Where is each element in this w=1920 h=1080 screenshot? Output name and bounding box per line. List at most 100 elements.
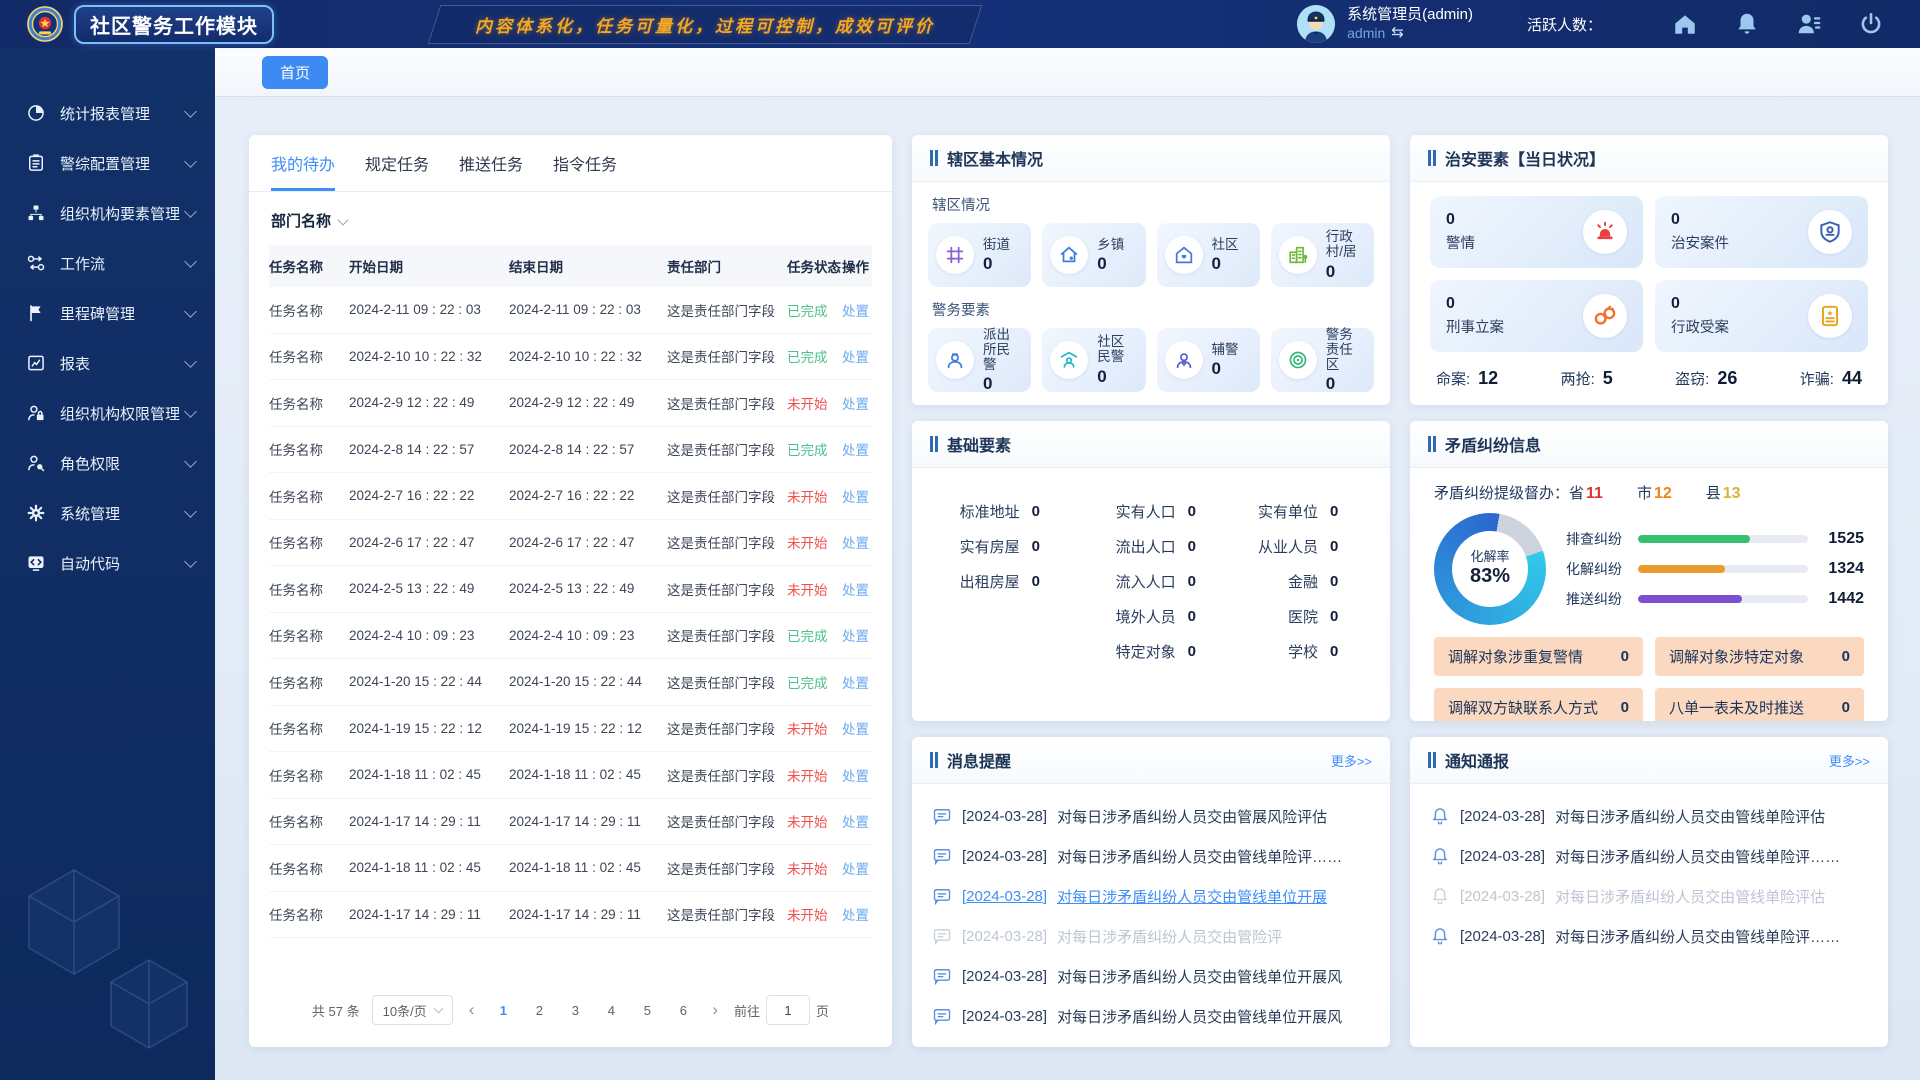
stat-tile-alerts[interactable]: 0 警情 <box>1430 196 1643 268</box>
escalation-city: 市12 <box>1637 482 1672 503</box>
status-badge: 未开始 <box>787 393 842 413</box>
page-number-button[interactable]: 1 <box>490 996 516 1024</box>
handle-link[interactable]: 处置 <box>842 579 872 599</box>
chevron-down-icon <box>184 555 197 568</box>
department-filter[interactable]: 部门名称 <box>271 210 331 231</box>
sidebar-item-reports[interactable]: 报表 <box>0 338 215 388</box>
handle-link[interactable]: 处置 <box>842 672 872 692</box>
stat-tile-station-officer[interactable]: 派出所民警 0 <box>928 328 1031 392</box>
handle-link[interactable]: 处置 <box>842 486 872 506</box>
message-item[interactable]: [2024-03-28] 对每日涉矛盾纠纷人员交由管线单位开展风 <box>932 996 1370 1036</box>
messages-more-link[interactable]: 更多>> <box>1331 751 1372 770</box>
start-date-cell: 2024-1-17 14 : 29 : 11 <box>349 907 509 922</box>
handle-link[interactable]: 处置 <box>842 765 872 785</box>
username-switcher[interactable]: admin ⇆ <box>1347 24 1473 42</box>
notice-item[interactable]: [2024-03-28] 对每日涉矛盾纠纷人员交由管线单险评…… <box>1430 836 1868 876</box>
handle-link[interactable]: 处置 <box>842 300 872 320</box>
bell-outline-icon <box>1430 846 1450 866</box>
warning-box[interactable]: 调解对象涉特定对象 0 <box>1655 637 1864 676</box>
element-stat: 实有人口 0 <box>1058 494 1214 529</box>
stat-tile-public-security-cases[interactable]: 0 治安案件 <box>1655 196 1868 268</box>
stat-tile-auxiliary-officer[interactable]: 辅警 0 <box>1157 328 1260 392</box>
handle-link[interactable]: 处置 <box>842 904 872 924</box>
sidebar-item-org-elements[interactable]: 组织机构要素管理 <box>0 188 215 238</box>
stat-tile-village[interactable]: 行政村/居 0 <box>1271 223 1374 287</box>
stat-tile-street[interactable]: 街道 0 <box>928 223 1031 287</box>
notices-more-link[interactable]: 更多>> <box>1829 751 1870 770</box>
notice-item[interactable]: [2024-03-28] 对每日涉矛盾纠纷人员交由管线单险评估 <box>1430 876 1868 916</box>
stat-tile-community[interactable]: 社区 0 <box>1157 223 1260 287</box>
code-icon <box>26 553 46 573</box>
status-badge: 未开始 <box>787 532 842 552</box>
prev-page-button[interactable]: ‹ <box>465 1000 479 1020</box>
sidebar-item-label: 统计报表管理 <box>60 103 186 124</box>
stat-tile-town[interactable]: 乡镇 0 <box>1042 223 1145 287</box>
bell-icon[interactable] <box>1734 11 1760 37</box>
sidebar-item-workflow[interactable]: 工作流 <box>0 238 215 288</box>
escalation-county: 县13 <box>1706 482 1741 503</box>
handle-link[interactable]: 处置 <box>842 858 872 878</box>
page-number-button[interactable]: 5 <box>634 996 660 1024</box>
sidebar-item-police-config[interactable]: 警综配置管理 <box>0 138 215 188</box>
element-stat: 学校 0 <box>1214 634 1356 669</box>
status-badge: 未开始 <box>787 579 842 599</box>
stat-tile-duty-area[interactable]: 警务责任区 0 <box>1271 328 1374 392</box>
message-item[interactable]: [2024-03-28] 对每日涉矛盾纠纷人员交由管线单位开展 <box>932 876 1370 916</box>
message-item[interactable]: [2024-03-28] 对每日涉矛盾纠纷人员交由管线单位开展风 <box>932 956 1370 996</box>
warning-box[interactable]: 调解双方缺联系人方式 0 <box>1434 688 1643 721</box>
stat-tile-criminal-cases[interactable]: 0 刑事立案 <box>1430 280 1643 352</box>
stat-tile-administrative-cases[interactable]: 0 行政受案 <box>1655 280 1868 352</box>
power-icon[interactable] <box>1858 11 1884 37</box>
page-size-select[interactable]: 10条/页 <box>372 995 453 1025</box>
col-start-date: 开始日期 <box>349 256 509 276</box>
start-date-cell: 2024-2-7 16 : 22 : 22 <box>349 488 509 503</box>
notice-item[interactable]: [2024-03-28] 对每日涉矛盾纠纷人员交由管线单险评…… <box>1430 916 1868 956</box>
page-number-button[interactable]: 6 <box>670 996 696 1024</box>
handle-link[interactable]: 处置 <box>842 393 872 413</box>
sidebar-item-statistics-report[interactable]: 统计报表管理 <box>0 88 215 138</box>
sidebar-item-role-permission[interactable]: 角色权限 <box>0 438 215 488</box>
handle-link[interactable]: 处置 <box>842 532 872 552</box>
handle-link[interactable]: 处置 <box>842 439 872 459</box>
message-item[interactable]: [2024-03-28] 对每日涉矛盾纠纷人员交由管展风险评估 <box>932 796 1370 836</box>
messages-panel: 消息提醒 更多>> [2024-03-28] 对每日涉矛盾纠纷人员交由管展风险评… <box>912 737 1390 1047</box>
handle-link[interactable]: 处置 <box>842 346 872 366</box>
sidebar-item-milestone[interactable]: 里程碑管理 <box>0 288 215 338</box>
stat-tile-community-officer[interactable]: 社区民警 0 <box>1042 328 1145 392</box>
sidebar-item-org-permission[interactable]: 组织机构权限管理 <box>0 388 215 438</box>
user-role-label: 系统管理员(admin) <box>1347 6 1473 24</box>
sidebar-item-auto-code[interactable]: 自动代码 <box>0 538 215 588</box>
handle-link[interactable]: 处置 <box>842 811 872 831</box>
title-marker <box>1428 150 1436 166</box>
user-avatar[interactable] <box>1297 5 1335 43</box>
handle-link[interactable]: 处置 <box>842 625 872 645</box>
tab-pushed-tasks[interactable]: 推送任务 <box>459 151 523 191</box>
end-date-cell: 2024-1-17 14 : 29 : 11 <box>509 814 667 829</box>
page-number-button[interactable]: 3 <box>562 996 588 1024</box>
message-item[interactable]: [2024-03-28] 对每日涉矛盾纠纷人员交由管线单险评…… <box>932 836 1370 876</box>
home-icon[interactable] <box>1672 11 1698 37</box>
sidebar-item-system-management[interactable]: 系统管理 <box>0 488 215 538</box>
notice-item[interactable]: [2024-03-28] 对每日涉矛盾纠纷人员交由管线单险评估 <box>1430 796 1868 836</box>
goto-page-input[interactable] <box>766 995 810 1025</box>
handle-link[interactable]: 处置 <box>842 718 872 738</box>
users-icon[interactable] <box>1796 11 1822 37</box>
chevron-down-icon <box>184 405 197 418</box>
page-number-button[interactable]: 4 <box>598 996 624 1024</box>
tab-command-tasks[interactable]: 指令任务 <box>553 151 617 191</box>
table-row: 任务名称 2024-1-17 14 : 29 : 11 2024-1-17 14… <box>269 892 872 939</box>
message-item[interactable]: [2024-03-28] 对每日涉矛盾纠纷人员交由管险评 <box>932 916 1370 956</box>
page-number-button[interactable]: 2 <box>526 996 552 1024</box>
next-page-button[interactable]: › <box>708 1000 722 1020</box>
tab-home[interactable]: 首页 <box>262 56 328 89</box>
task-name-cell: 任务名称 <box>269 579 349 599</box>
start-date-cell: 2024-2-10 10 : 22 : 32 <box>349 349 509 364</box>
tab-regular-tasks[interactable]: 规定任务 <box>365 151 429 191</box>
switch-user-icon[interactable]: ⇆ <box>1391 24 1404 42</box>
warning-box[interactable]: 调解对象涉重复警情 0 <box>1434 637 1643 676</box>
tab-my-todo[interactable]: 我的待办 <box>271 151 335 191</box>
end-date-cell: 2024-1-17 14 : 29 : 11 <box>509 907 667 922</box>
comment-icon <box>932 846 952 866</box>
warning-box[interactable]: 八单一表未及时推送 0 <box>1655 688 1864 721</box>
pagination: 共 57 条 10条/页 ‹ 1 2 <box>249 979 892 1047</box>
